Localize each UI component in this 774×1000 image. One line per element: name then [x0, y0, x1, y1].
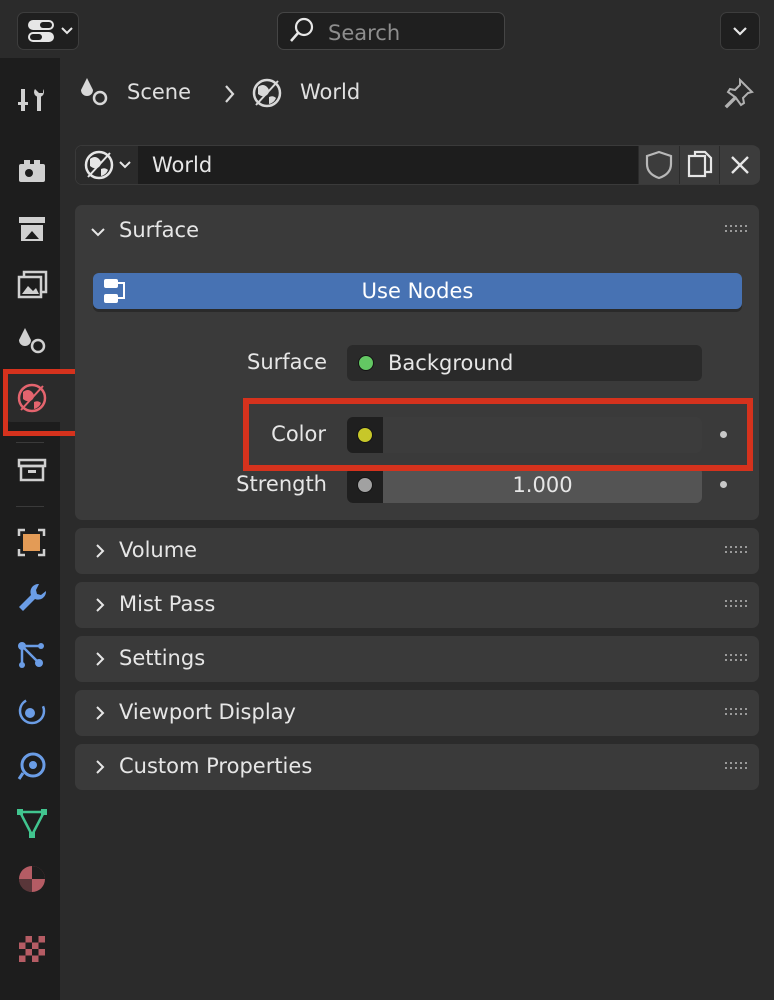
- color-row-highlight: [243, 398, 753, 471]
- strength-socket-button[interactable]: [347, 467, 383, 503]
- viewport-display-panel[interactable]: Viewport Display: [75, 690, 759, 736]
- surface-shader-value: Background: [388, 351, 514, 375]
- tab-physics[interactable]: [5, 685, 55, 735]
- shield-icon: [645, 150, 673, 180]
- unlink-button[interactable]: [719, 146, 760, 184]
- world-browse-button[interactable]: [76, 146, 138, 184]
- properties-tab-bar: [0, 58, 60, 1000]
- strength-field[interactable]: 1.000: [347, 467, 702, 503]
- world-icon: [252, 78, 282, 108]
- surface-shader-field[interactable]: Background: [347, 345, 702, 381]
- surface-panel-title[interactable]: Surface: [119, 218, 199, 242]
- mist-pass-panel[interactable]: Mist Pass: [75, 582, 759, 628]
- close-icon: [731, 156, 749, 174]
- drag-grip-icon[interactable]: [725, 546, 747, 556]
- constraints-icon: [17, 752, 46, 780]
- tab-collection[interactable]: [5, 444, 55, 494]
- tab-scene[interactable]: [5, 316, 55, 366]
- mist-pass-panel-title: Mist Pass: [119, 592, 216, 616]
- strength-keyframe-dot[interactable]: [720, 481, 727, 488]
- collection-icon: [17, 458, 47, 482]
- drag-grip-icon[interactable]: [725, 708, 747, 718]
- chevron-right-icon: [96, 544, 105, 558]
- duplicate-button[interactable]: [679, 146, 720, 184]
- search-field[interactable]: Search: [277, 12, 505, 50]
- volume-panel[interactable]: Volume: [75, 528, 759, 574]
- strength-label: Strength: [236, 472, 327, 496]
- options-dropdown-button[interactable]: [720, 12, 760, 50]
- world-name-value: World: [152, 153, 213, 177]
- properties-header: Search: [0, 0, 774, 58]
- duplicate-icon: [687, 150, 713, 178]
- breadcrumb-scene: Scene: [127, 80, 192, 104]
- settings-panel-title: Settings: [119, 646, 206, 670]
- tab-particles[interactable]: [5, 629, 55, 679]
- output-icon: [19, 217, 45, 241]
- tab-output[interactable]: [5, 203, 55, 253]
- editor-type-icon: [28, 20, 73, 42]
- chevron-right-icon: [96, 760, 105, 774]
- chevron-right-icon: [96, 598, 105, 612]
- material-icon: [19, 866, 45, 892]
- particles-icon: [18, 642, 44, 668]
- chevron-down-icon[interactable]: [87, 221, 109, 243]
- tab-modifiers[interactable]: [5, 572, 55, 622]
- drag-grip-icon[interactable]: [725, 762, 747, 772]
- tab-material[interactable]: [5, 853, 55, 903]
- object-icon: [17, 528, 46, 557]
- tab-view-layer[interactable]: [5, 260, 55, 310]
- search-placeholder: Search: [328, 21, 401, 45]
- custom-properties-panel[interactable]: Custom Properties: [75, 744, 759, 790]
- mesh-data-icon: [17, 809, 47, 838]
- tab-separator: [16, 506, 44, 507]
- drag-grip-icon[interactable]: [725, 654, 747, 664]
- editor-type-button[interactable]: [17, 12, 79, 50]
- chevron-right-icon: [96, 706, 105, 720]
- wrench-icon: [19, 583, 47, 611]
- world-tab-highlight: [3, 369, 82, 436]
- tab-constraints[interactable]: [5, 741, 55, 791]
- use-nodes-button[interactable]: Use Nodes: [93, 273, 742, 309]
- world-icon: [84, 150, 131, 180]
- volume-panel-title: Volume: [119, 538, 198, 562]
- scene-icon: [19, 328, 46, 354]
- world-name-field[interactable]: World: [140, 146, 714, 184]
- tab-separator: [16, 442, 44, 443]
- tab-tool[interactable]: [5, 74, 55, 124]
- render-icon: [19, 160, 45, 182]
- float-socket-icon: [357, 477, 373, 493]
- scene-icon: [81, 78, 108, 106]
- tab-object[interactable]: [5, 516, 55, 566]
- breadcrumb-world: World: [300, 80, 361, 104]
- viewport-display-panel-title: Viewport Display: [119, 700, 296, 724]
- search-icon: [290, 17, 314, 42]
- strength-value: 1.000: [512, 473, 573, 497]
- shader-socket-icon: [358, 355, 374, 371]
- custom-properties-panel-title: Custom Properties: [119, 754, 313, 778]
- tool-icon: [18, 89, 44, 111]
- physics-icon: [18, 697, 46, 725]
- settings-panel[interactable]: Settings: [75, 636, 759, 682]
- drag-grip-icon[interactable]: [725, 600, 747, 610]
- surface-label: Surface: [246, 350, 327, 374]
- fake-user-button[interactable]: [638, 146, 679, 184]
- chevron-right-icon: [96, 652, 105, 666]
- tab-texture[interactable]: [5, 922, 55, 972]
- world-datablock-selector: World: [75, 145, 760, 185]
- view-layer-icon: [17, 270, 48, 299]
- chevron-right-icon: [225, 85, 235, 103]
- tab-data[interactable]: [5, 797, 55, 847]
- use-nodes-label: Use Nodes: [361, 279, 474, 303]
- chevron-down-icon: [733, 27, 747, 36]
- texture-checker-icon: [19, 936, 45, 962]
- pin-icon[interactable]: [722, 76, 756, 110]
- tab-render[interactable]: [5, 146, 55, 196]
- drag-grip-icon[interactable]: [725, 225, 747, 235]
